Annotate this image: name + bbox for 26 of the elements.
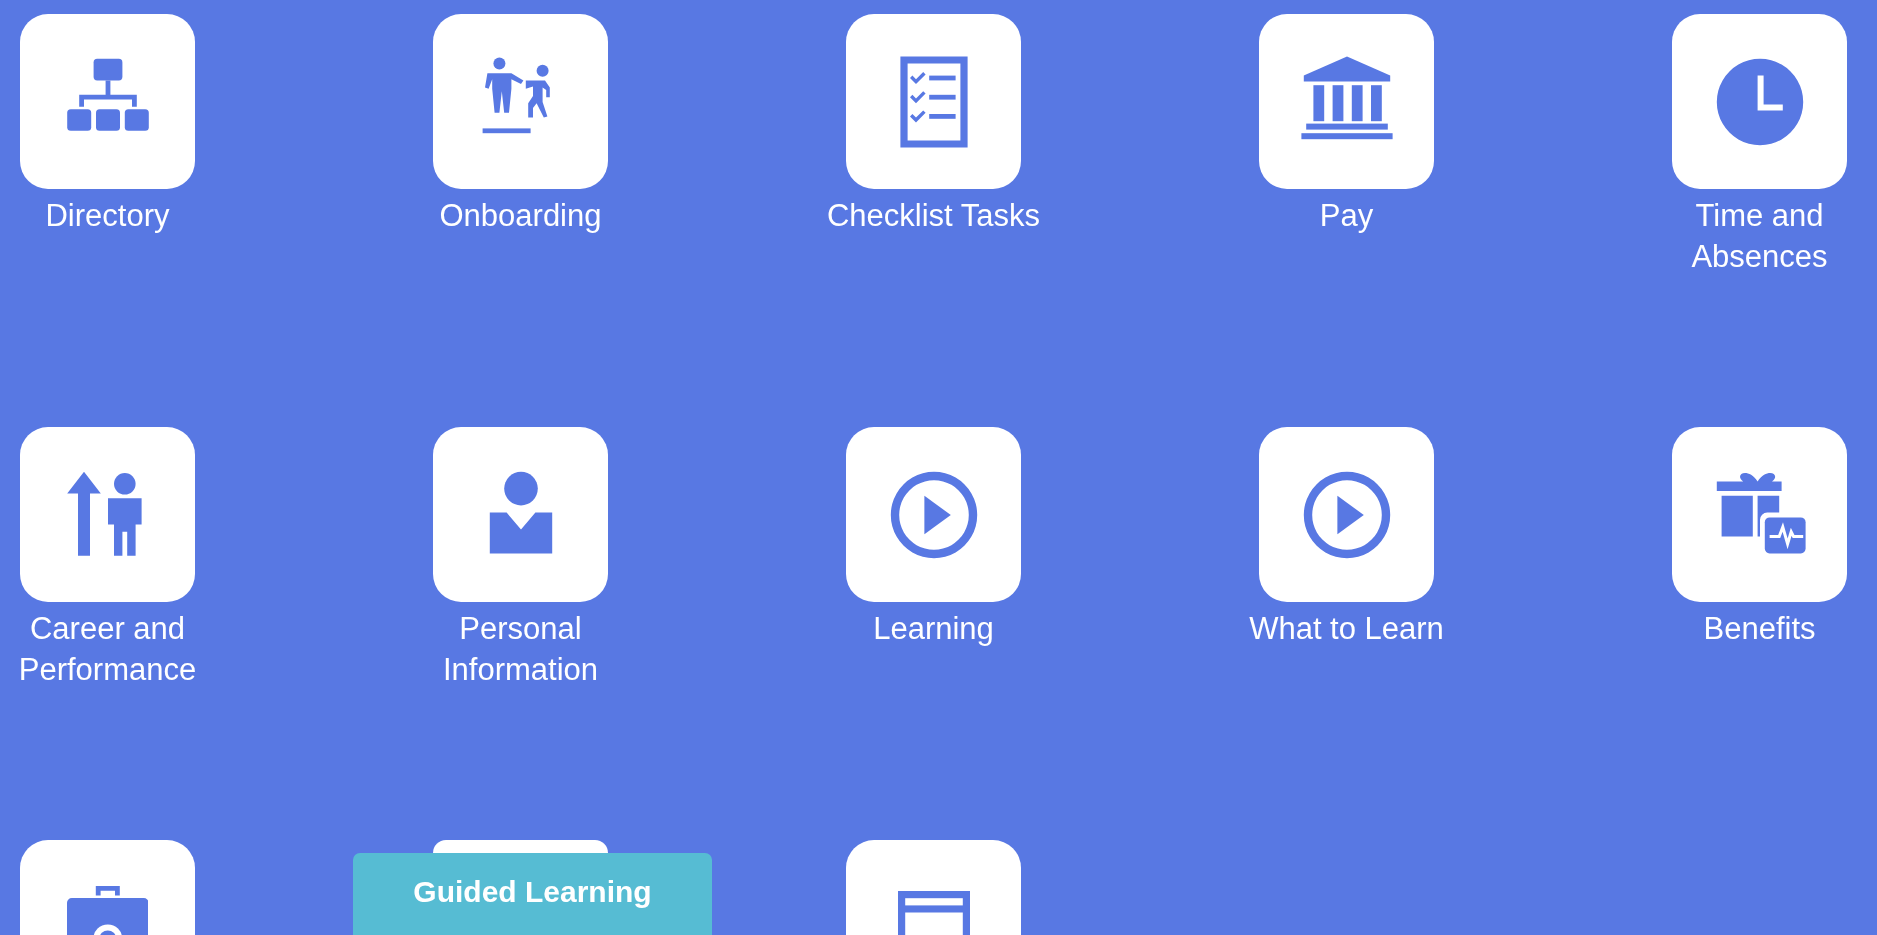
guided-learning-button[interactable]: Guided Learning: [353, 853, 712, 935]
app-tile[interactable]: [433, 427, 608, 602]
app-tile[interactable]: [1259, 14, 1434, 189]
tile-label[interactable]: Personal Information: [442, 608, 599, 690]
app-tile[interactable]: [846, 14, 1021, 189]
app-tile[interactable]: [433, 14, 608, 189]
app-tile[interactable]: [20, 840, 195, 935]
tile-label[interactable]: Benefits: [1703, 608, 1816, 649]
app-tile[interactable]: [846, 840, 1021, 935]
tile-label[interactable]: Career and Performance: [18, 608, 197, 690]
app-tile[interactable]: [433, 840, 608, 853]
app-tile[interactable]: [1672, 427, 1847, 602]
briefcase-icon: [66, 886, 149, 935]
app-tile[interactable]: [1672, 14, 1847, 189]
tile-label[interactable]: Pay: [1319, 195, 1374, 236]
tile-label[interactable]: Checklist Tasks: [826, 195, 1041, 236]
tile-label[interactable]: Directory: [45, 195, 170, 236]
app-tile[interactable]: [20, 14, 195, 189]
tile-label[interactable]: What to Learn: [1249, 608, 1444, 649]
app-tile[interactable]: [20, 427, 195, 602]
tile-label[interactable]: Onboarding: [439, 195, 602, 236]
tile-label[interactable]: Time and Absences: [1691, 195, 1828, 277]
app-tile[interactable]: [1259, 427, 1434, 602]
app-tile[interactable]: [846, 427, 1021, 602]
tile-label[interactable]: Learning: [873, 608, 994, 649]
window-icon: [897, 891, 970, 935]
